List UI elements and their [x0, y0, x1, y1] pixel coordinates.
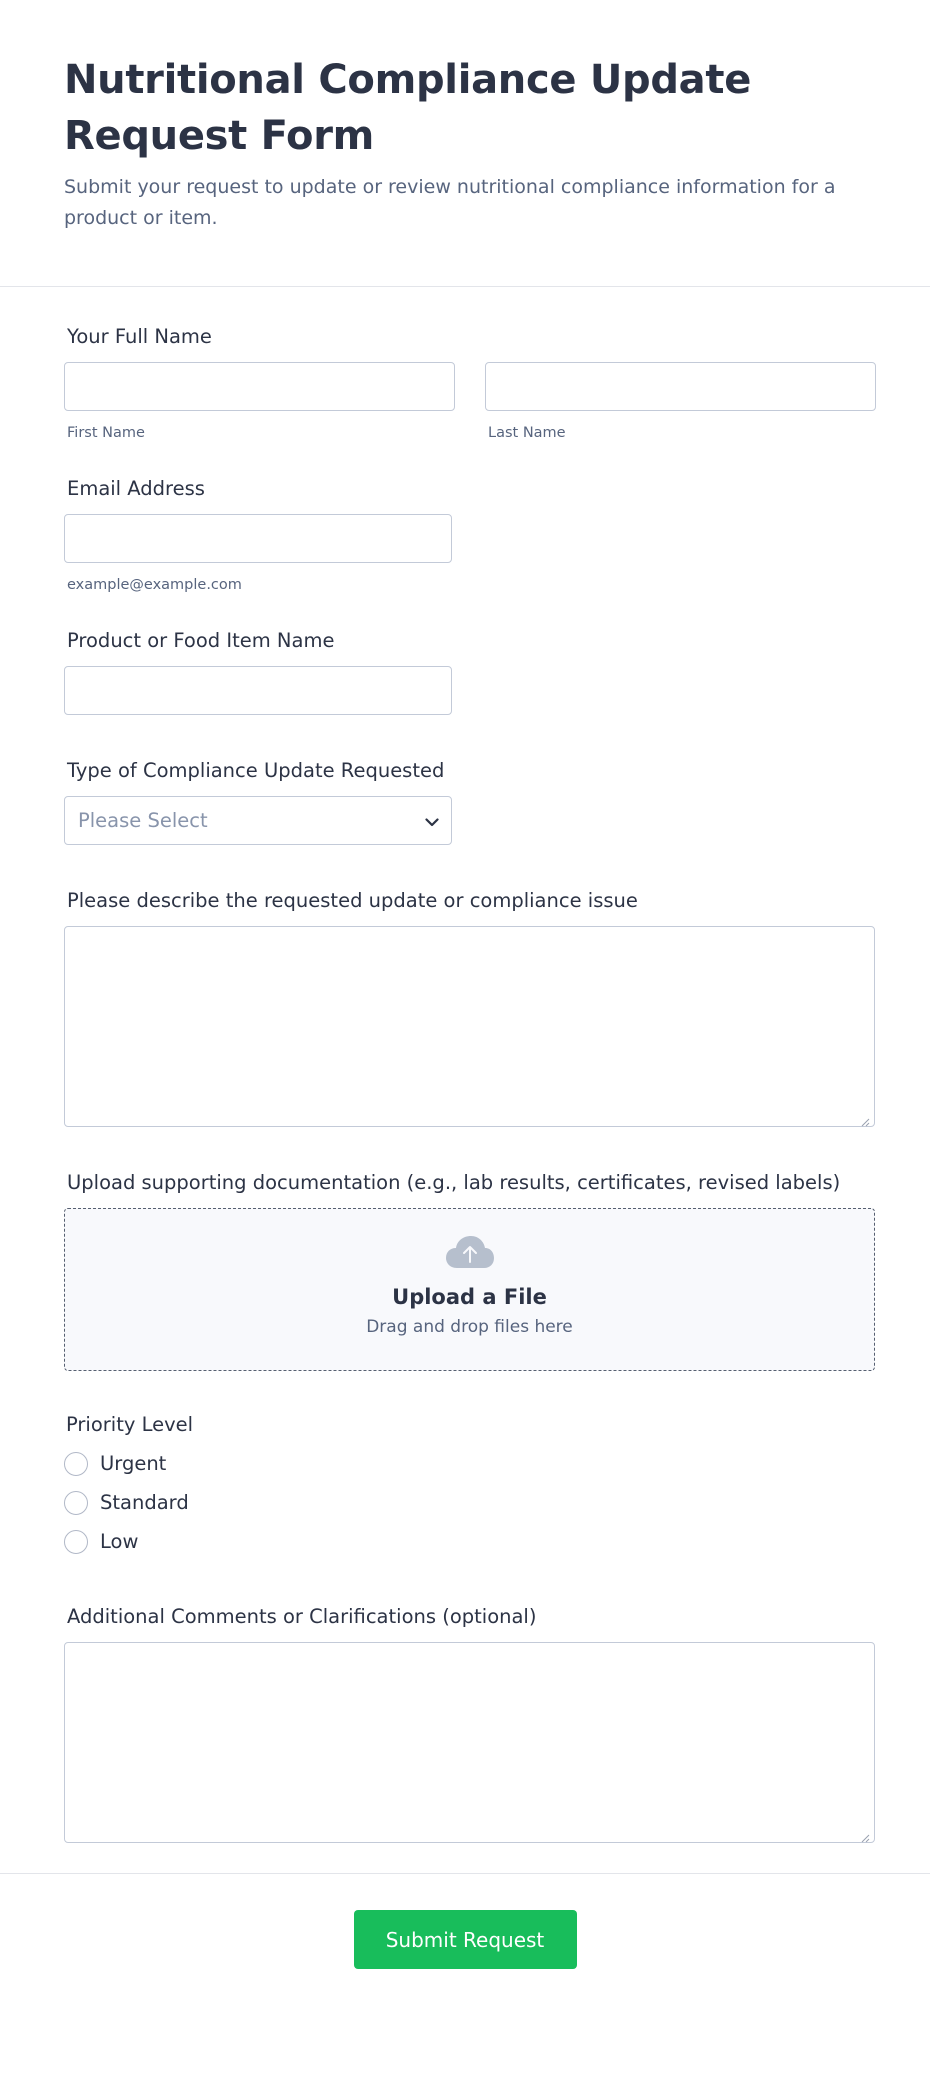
compliance-type-label: Type of Compliance Update Requested: [67, 759, 445, 782]
priority-field: Priority Level Urgent Standard Low: [64, 1371, 875, 1561]
priority-option-label: Urgent: [100, 1452, 167, 1475]
priority-option-standard[interactable]: Standard: [64, 1483, 875, 1522]
upload-label: Upload supporting documentation (e.g., l…: [67, 1171, 841, 1194]
priority-option-low[interactable]: Low: [64, 1522, 875, 1561]
description-field: Please describe the requested update or …: [64, 845, 875, 1127]
description-label: Please describe the requested update or …: [67, 889, 638, 912]
form-footer: Submit Request: [0, 1873, 930, 1969]
form-header: Nutritional Compliance Update Request Fo…: [0, 0, 930, 287]
product-label: Product or Food Item Name: [67, 629, 335, 652]
comments-field: Additional Comments or Clarifications (o…: [64, 1561, 875, 1843]
priority-option-label: Low: [100, 1530, 139, 1553]
first-name-sublabel: First Name: [67, 425, 145, 441]
resize-grip-icon[interactable]: [860, 1112, 870, 1127]
resize-grip-icon[interactable]: [860, 1828, 870, 1843]
submit-button[interactable]: Submit Request: [353, 1910, 577, 1969]
comments-label: Additional Comments or Clarifications (o…: [67, 1605, 537, 1628]
product-input[interactable]: [64, 666, 452, 715]
compliance-type-selected: Please Select: [78, 809, 208, 832]
last-name-input[interactable]: [485, 362, 876, 411]
priority-label: Priority Level: [66, 1413, 194, 1436]
priority-option-label: Standard: [100, 1491, 189, 1514]
radio-button[interactable]: [64, 1529, 88, 1554]
upload-title: Upload a File: [392, 1285, 547, 1309]
first-name-input[interactable]: [64, 362, 455, 411]
priority-option-urgent[interactable]: Urgent: [64, 1444, 875, 1483]
radio-button[interactable]: [64, 1490, 88, 1515]
compliance-type-select[interactable]: Please Select: [64, 796, 452, 845]
product-field: Product or Food Item Name: [64, 593, 875, 715]
description-textarea[interactable]: [64, 926, 875, 1127]
radio-button[interactable]: [64, 1451, 88, 1476]
full-name-field: Your Full Name First Name Last Name: [64, 287, 876, 441]
cloud-upload-icon: [65, 1235, 874, 1269]
email-sublabel: example@example.com: [67, 577, 242, 593]
full-name-label: Your Full Name: [67, 325, 212, 348]
email-input[interactable]: [64, 514, 452, 563]
email-field: Email Address example@example.com: [64, 441, 875, 593]
upload-hint: Drag and drop files here: [366, 1317, 573, 1337]
form-body: Your Full Name First Name Last Name Emai…: [0, 287, 930, 1843]
last-name-sublabel: Last Name: [488, 425, 566, 441]
page-subtitle: Submit your request to update or review …: [64, 176, 836, 229]
upload-field: Upload supporting documentation (e.g., l…: [64, 1127, 875, 1371]
compliance-type-field: Type of Compliance Update Requested Plea…: [64, 715, 875, 845]
chevron-down-icon: [425, 809, 439, 832]
email-label: Email Address: [67, 477, 205, 500]
comments-textarea[interactable]: [64, 1642, 875, 1843]
upload-dropzone[interactable]: Upload a File Drag and drop files here: [64, 1208, 875, 1371]
page-title: Nutritional Compliance Update Request Fo…: [64, 57, 752, 159]
